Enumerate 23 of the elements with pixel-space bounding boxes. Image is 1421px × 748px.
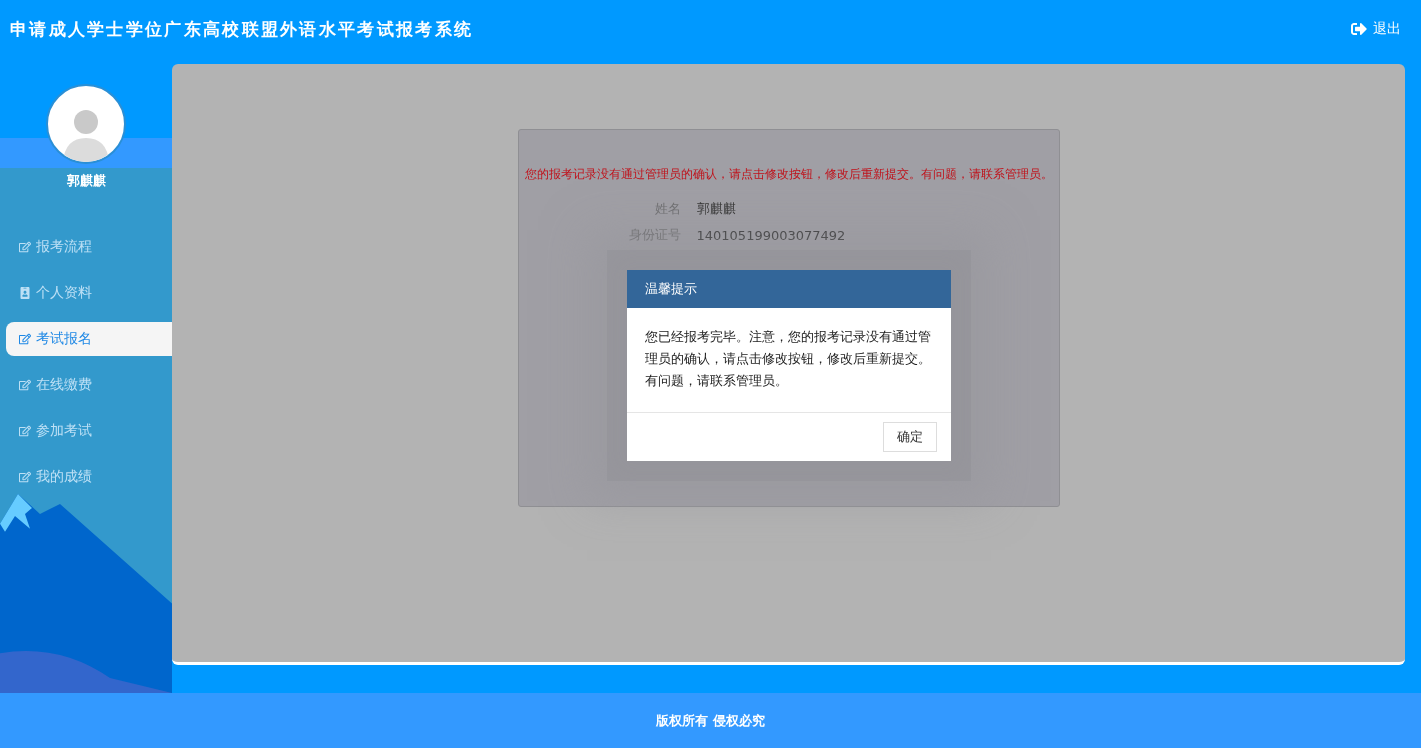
edit-icon (19, 471, 31, 483)
edit-icon (19, 241, 31, 253)
id-badge-icon (19, 287, 31, 299)
edit-icon (19, 333, 31, 345)
logout-link[interactable]: 退出 (1351, 20, 1401, 38)
warning-message: 您的报考记录没有通过管理员的确认，请点击修改按钮，修改后重新提交。有问题，请联系管理员。 (523, 166, 1054, 182)
field-value: 郭麒麒 (696, 200, 736, 218)
edit-icon (19, 379, 31, 391)
app-title: 申请成人学士学位广东高校联盟外语水平考试报考系统 (10, 17, 474, 41)
copyright-text: 版权所有 侵权必究 (656, 711, 765, 730)
menu-item[interactable]: 参加考试 (6, 414, 172, 448)
menu-item[interactable]: 报考流程 (6, 230, 172, 264)
menu-item[interactable]: 个人资料 (6, 276, 172, 310)
sign-out-icon (1351, 21, 1367, 37)
edit-icon (19, 425, 31, 437)
dialog-title: 温馨提示 (626, 270, 951, 308)
field-value: 140105199003077492 (696, 227, 846, 243)
user-name: 郭麒麒 (66, 172, 106, 190)
menu-item[interactable]: 考试报名 (6, 322, 172, 356)
menu-item[interactable]: 在线缴费 (6, 368, 172, 402)
menu-item[interactable]: 我的成绩 (6, 460, 172, 494)
dialog-message: 您已经报考完毕。注意，您的报考记录没有通过管理员的确认，请点击修改按钮，修改后重新提交。有问题，请联系管理员。 (626, 308, 951, 413)
confirm-button[interactable]: 确定 (882, 422, 937, 452)
